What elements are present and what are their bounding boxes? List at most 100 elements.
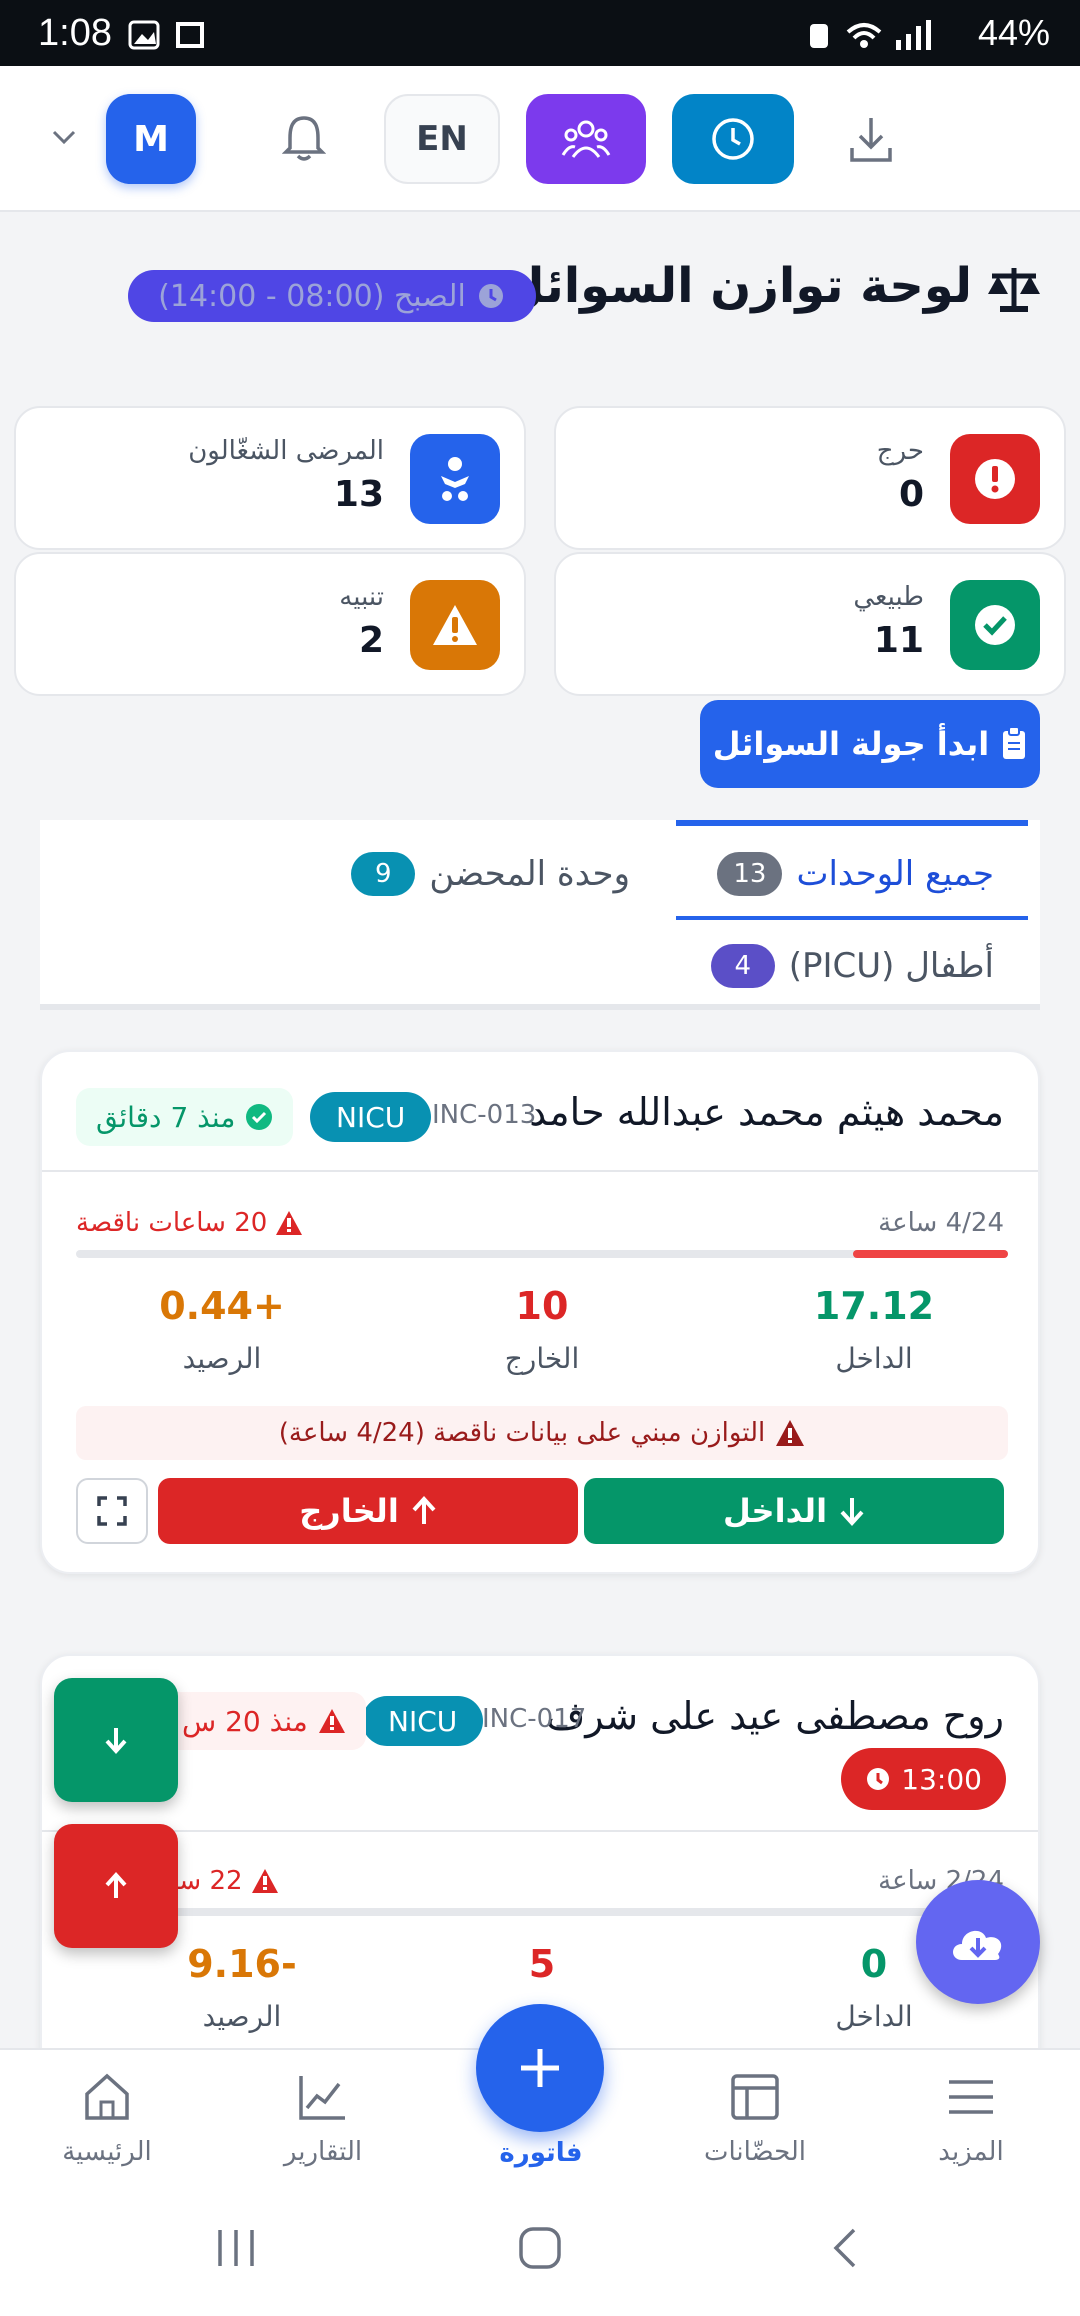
nav-home[interactable]: الرئيسية [32, 2072, 182, 2167]
start-fluid-round-button[interactable]: ابدأ جولة السوائل [700, 700, 1040, 788]
quick-intake-button[interactable] [54, 1678, 178, 1802]
nav-label: فاتورة [499, 2138, 583, 2168]
stat-label: المرضى الشغّالون [188, 436, 384, 466]
divider [42, 1830, 1038, 1832]
patient-id: INC-013 [432, 1100, 537, 1130]
battery-percent: 44% [977, 12, 1050, 53]
patient-id: INC-017 [482, 1704, 587, 1734]
clock-button[interactable] [672, 94, 794, 184]
clock-icon [712, 118, 754, 160]
user-avatar-button[interactable]: M [106, 94, 196, 184]
stat-value: 13 [333, 474, 384, 515]
language-label: EN [416, 119, 468, 159]
page-title: لوحة توازن السوائل [502, 258, 972, 314]
status-time: 1:08 [38, 12, 112, 54]
stat-active-patients[interactable]: المرضى الشغّالون 13 [14, 406, 526, 550]
expand-button[interactable] [76, 1478, 148, 1544]
tab-label: وحدة المحضن [429, 854, 630, 894]
tab-count-badge: 4 [710, 944, 775, 988]
add-intake-button[interactable]: الداخل [584, 1478, 1004, 1544]
tab-all-units[interactable]: جميع الوحدات 13 [717, 852, 994, 896]
tab-count-badge: 13 [717, 852, 783, 896]
plus-icon [521, 2049, 559, 2087]
stat-critical[interactable]: حرج 0 [554, 406, 1066, 550]
home-icon [85, 2073, 129, 2120]
incomplete-data-warning: التوازن مبني على بيانات ناقصة (4/24 ساعة… [76, 1406, 1008, 1460]
balance-label: الرصيد [182, 1342, 262, 1375]
active-tab-indicator [676, 916, 1028, 920]
arrow-down-icon [105, 1728, 127, 1754]
system-navigation-bar [0, 2188, 1080, 2316]
patient-card[interactable]: محمد هيثم محمد عبدالله حامد INC-013 NICU… [40, 1050, 1040, 1574]
tab-incubator-unit[interactable]: وحدة المحضن 9 [351, 852, 630, 896]
stat-value: 0 [898, 474, 924, 515]
nav-label: الرئيسية [62, 2137, 152, 2167]
recent-apps-icon[interactable] [214, 2228, 258, 2268]
clock-icon [478, 284, 503, 308]
tab-count-badge: 9 [351, 852, 416, 896]
balance-value: 0.44+ [159, 1284, 285, 1328]
intake-button-label: الداخل [722, 1492, 828, 1530]
progress-bar [76, 1908, 1008, 1916]
nav-reports[interactable]: التقارير [248, 2072, 398, 2167]
baby-icon [410, 434, 500, 524]
arrow-down-icon [840, 1498, 864, 1526]
stat-warning[interactable]: تنبيه 2 [14, 552, 526, 696]
missing-hours: 20 ساعات ناقصة [76, 1208, 303, 1238]
missing-hours-text: 20 ساعات ناقصة [76, 1208, 268, 1238]
quick-output-button[interactable] [54, 1824, 178, 1948]
stat-normal[interactable]: طبيعي 11 [554, 552, 1066, 696]
warning-icon [251, 1869, 278, 1893]
alert-circle-icon [950, 434, 1040, 524]
unit-badge: NICU [362, 1696, 484, 1746]
menu-icon [949, 2080, 993, 2114]
notification-icons [128, 20, 204, 50]
hours-recorded: 4/24 ساعة [878, 1208, 1004, 1238]
warning-icon [276, 1211, 303, 1235]
start-round-label: ابدأ جولة السوائل [712, 725, 990, 763]
warning-icon [410, 580, 500, 670]
avatar-letter: M [133, 118, 169, 160]
nav-more[interactable]: المزيد [896, 2072, 1046, 2167]
active-tab-top [676, 820, 1028, 826]
stat-label: طبيعي [853, 582, 924, 612]
intake-label: الداخل [835, 1342, 913, 1375]
shift-label: الصبح (08:00 - 14:00) [158, 278, 466, 314]
layout-icon [731, 2074, 779, 2120]
add-output-button[interactable]: الخارج [158, 1478, 578, 1544]
tab-label: جميع الوحدات [796, 854, 994, 894]
download-icon[interactable] [848, 114, 894, 164]
back-icon[interactable] [830, 2226, 860, 2270]
last-update-badge: منذ 20 س [162, 1692, 366, 1750]
tab-picu[interactable]: أطفال (PICU) 4 [710, 944, 994, 988]
intake-value: 17.12 [813, 1284, 935, 1328]
bottom-nav: الرئيسية التقارير فاتورة الحضّانات المزي… [0, 2004, 1080, 2188]
home-button-icon[interactable] [518, 2226, 562, 2270]
status-bar: 1:08 44% [0, 0, 1080, 66]
progress-fill [852, 1250, 1008, 1258]
shift-badge: الصبح (08:00 - 14:00) [128, 270, 536, 322]
stat-label: تنبيه [339, 582, 384, 612]
tab-label: أطفال (PICU) [788, 946, 994, 986]
add-invoice-button[interactable] [476, 2004, 604, 2132]
chart-icon [299, 2076, 345, 2120]
output-value: 10 [515, 1284, 569, 1328]
scale-icon [986, 262, 1042, 318]
balance-value: 9.16- [187, 1942, 297, 1986]
nav-incubators[interactable]: الحضّانات [680, 2072, 830, 2167]
stat-label: حرج [876, 436, 924, 466]
bell-icon[interactable] [282, 112, 326, 164]
chevron-down-icon[interactable] [50, 128, 78, 148]
check-circle-icon [950, 580, 1040, 670]
intake-label: الداخل [835, 2000, 913, 2033]
cloud-download-icon [953, 1930, 1002, 1960]
check-circle-icon [246, 1104, 273, 1130]
divider [42, 1170, 1038, 1172]
team-button[interactable] [526, 94, 646, 184]
due-time-text: 13:00 [901, 1762, 982, 1796]
arrow-up-icon [412, 1496, 436, 1524]
cloud-download-button[interactable] [916, 1880, 1040, 2004]
output-label: الخارج [504, 1342, 580, 1375]
stat-value: 2 [358, 620, 384, 661]
language-toggle-button[interactable]: EN [384, 94, 500, 184]
